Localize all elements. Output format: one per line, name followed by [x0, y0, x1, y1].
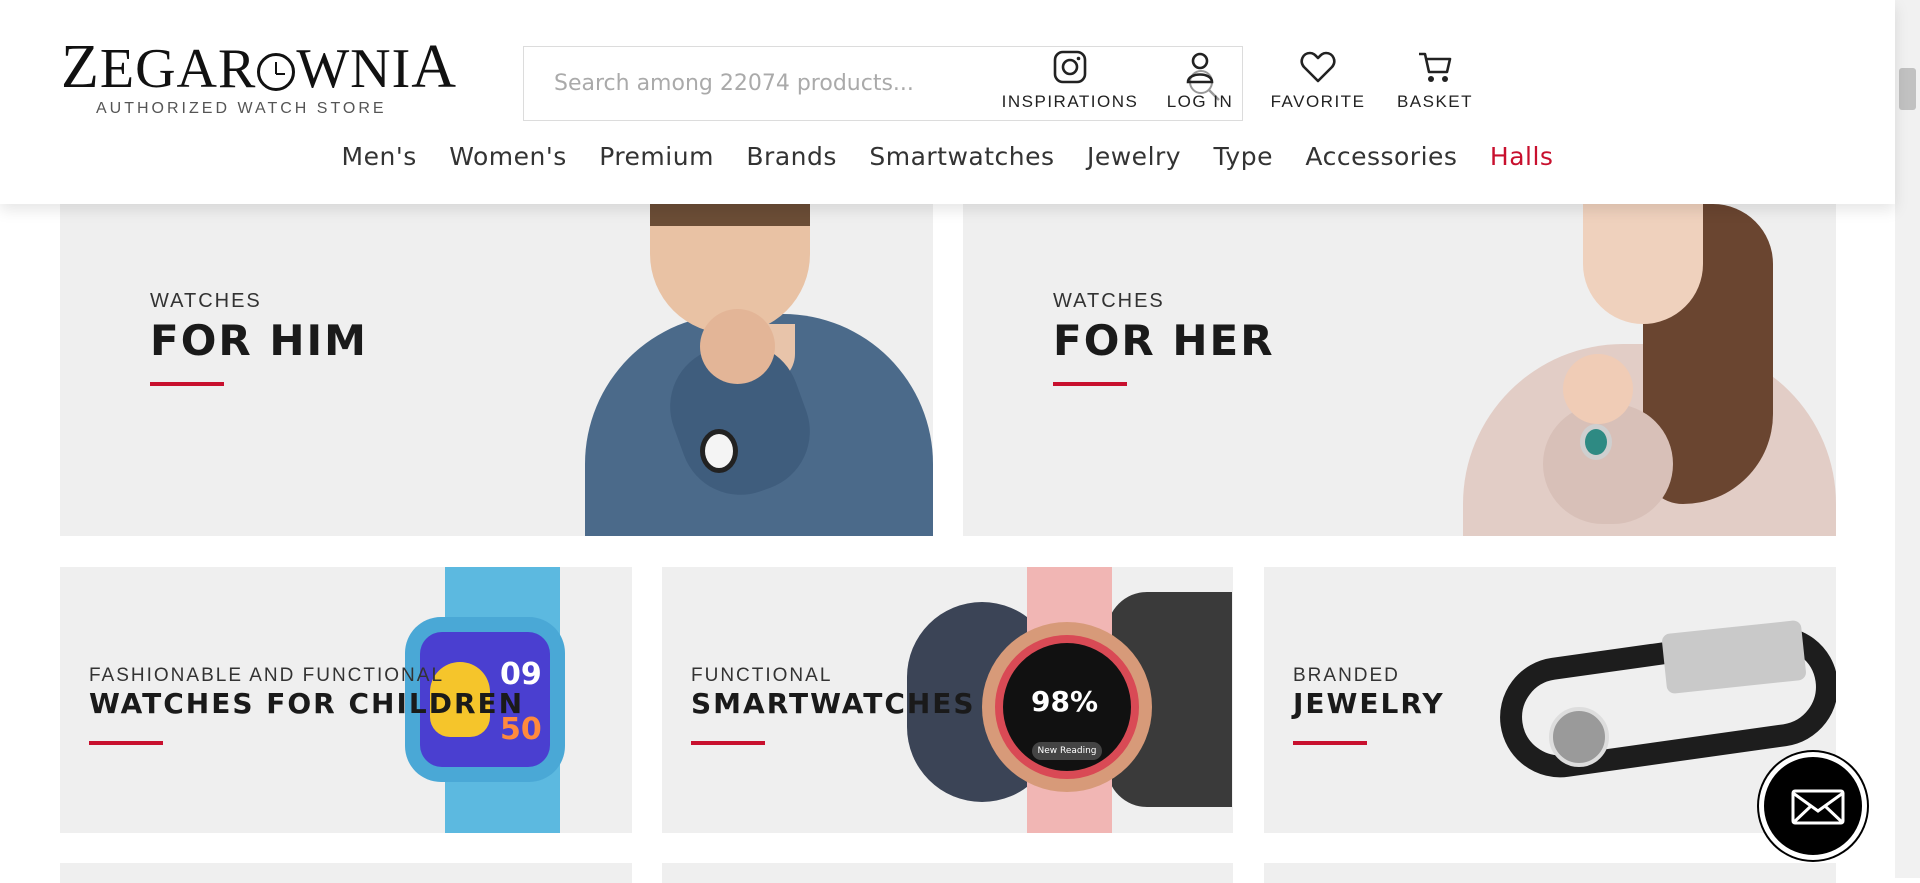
- tile-kicker: WATCHES: [1053, 290, 1165, 312]
- tile-headline: SMARTWATCHES: [691, 687, 976, 720]
- tile-kicker: BRANDED: [1293, 665, 1400, 686]
- favorite-label: FAVORITE: [1270, 92, 1366, 111]
- tile-kicker: FASHIONABLE AND FUNCTIONAL: [89, 665, 445, 686]
- bracelet-charm-graphic: [1549, 707, 1609, 767]
- tile-kicker: FUNCTIONAL: [691, 665, 833, 686]
- nav-item-smartwatches[interactable]: Smartwatches: [869, 142, 1054, 171]
- nav-item-type[interactable]: Type: [1214, 142, 1273, 171]
- contact-chat-button[interactable]: [1759, 752, 1867, 860]
- category-tile-partial[interactable]: [1264, 863, 1836, 883]
- page-scrollbar-thumb[interactable]: [1899, 68, 1916, 110]
- tile-headline: FOR HIM: [150, 316, 368, 365]
- basket-label: BASKET: [1396, 92, 1474, 111]
- page-scrollbar-track[interactable]: [1895, 0, 1920, 878]
- favorite-link[interactable]: FAVORITE: [1263, 50, 1373, 112]
- cart-icon: [1385, 50, 1485, 84]
- instagram-icon: [995, 50, 1145, 84]
- category-tile-for-him[interactable]: WATCHES FOR HIM: [60, 204, 933, 536]
- login-label: LOG IN: [1166, 92, 1234, 111]
- logo-wordmark: ZEGAR WNIA: [61, 33, 458, 101]
- tile-accent-line: [1053, 382, 1127, 386]
- nav-item-brands[interactable]: Brands: [746, 142, 837, 171]
- nav-item-accessories[interactable]: Accessories: [1305, 142, 1457, 171]
- nav-item-womens[interactable]: Women's: [449, 142, 567, 171]
- category-tile-jewelry[interactable]: BRANDED JEWELRY: [1264, 567, 1836, 833]
- site-header: ZEGARWNIA AUTHORIZED WATCH STORE INSPIRA…: [0, 0, 1895, 204]
- nav-item-mens[interactable]: Men's: [342, 142, 417, 171]
- nav-item-halls[interactable]: Halls: [1490, 142, 1554, 171]
- tile-accent-line: [89, 741, 163, 745]
- category-tile-partial[interactable]: [662, 863, 1233, 883]
- nav-item-jewelry[interactable]: Jewelry: [1087, 142, 1181, 171]
- nav-item-premium[interactable]: Premium: [599, 142, 714, 171]
- tile-kicker: WATCHES: [150, 290, 262, 312]
- user-icon: [1150, 50, 1250, 84]
- inspirations-label: INSPIRATIONS: [1001, 92, 1139, 111]
- man-hand-graphic: [700, 309, 775, 384]
- category-tile-for-her[interactable]: WATCHES FOR HER: [963, 204, 1836, 536]
- wristwatch-graphic: [700, 429, 738, 473]
- category-tile-kids-watches[interactable]: 09 50 FASHIONABLE AND FUNCTIONAL WATCHES…: [60, 567, 632, 833]
- smartwatch-screen-button: New Reading: [1032, 742, 1102, 760]
- basket-link[interactable]: BASKET: [1385, 50, 1485, 112]
- woman-hand-graphic: [1563, 354, 1633, 424]
- tile-headline: JEWELRY: [1293, 687, 1445, 720]
- woman-face-graphic: [1583, 204, 1703, 324]
- main-navigation: Men's Women's Premium Brands Smartwatche…: [0, 142, 1895, 178]
- tile-headline: WATCHES FOR CHILDREN: [89, 687, 525, 720]
- smartwatch-percentage: 98%: [1031, 685, 1099, 718]
- heart-icon: [1263, 50, 1373, 84]
- tile-headline: FOR HER: [1053, 316, 1275, 365]
- wristwatch-graphic: [1580, 424, 1612, 460]
- logo-subtitle: AUTHORIZED WATCH STORE: [96, 100, 387, 117]
- category-tile-partial[interactable]: [60, 863, 632, 883]
- tile-accent-line: [1293, 741, 1367, 745]
- inspirations-link[interactable]: INSPIRATIONS: [995, 50, 1145, 112]
- man-hair-graphic: [650, 204, 810, 226]
- store-logo[interactable]: ZEGAR WNIA AUTHORIZED WATCH STORE: [61, 33, 458, 120]
- tile-accent-line: [150, 382, 224, 386]
- login-link[interactable]: LOG IN: [1150, 50, 1250, 112]
- header-icon-bar: INSPIRATIONS LOG IN FAVORITE BASKET: [995, 50, 1895, 120]
- category-tile-smartwatches[interactable]: 98% New Reading FUNCTIONAL SMARTWATCHES: [662, 567, 1233, 833]
- clock-logo-icon: [257, 53, 296, 91]
- tile-accent-line: [691, 741, 765, 745]
